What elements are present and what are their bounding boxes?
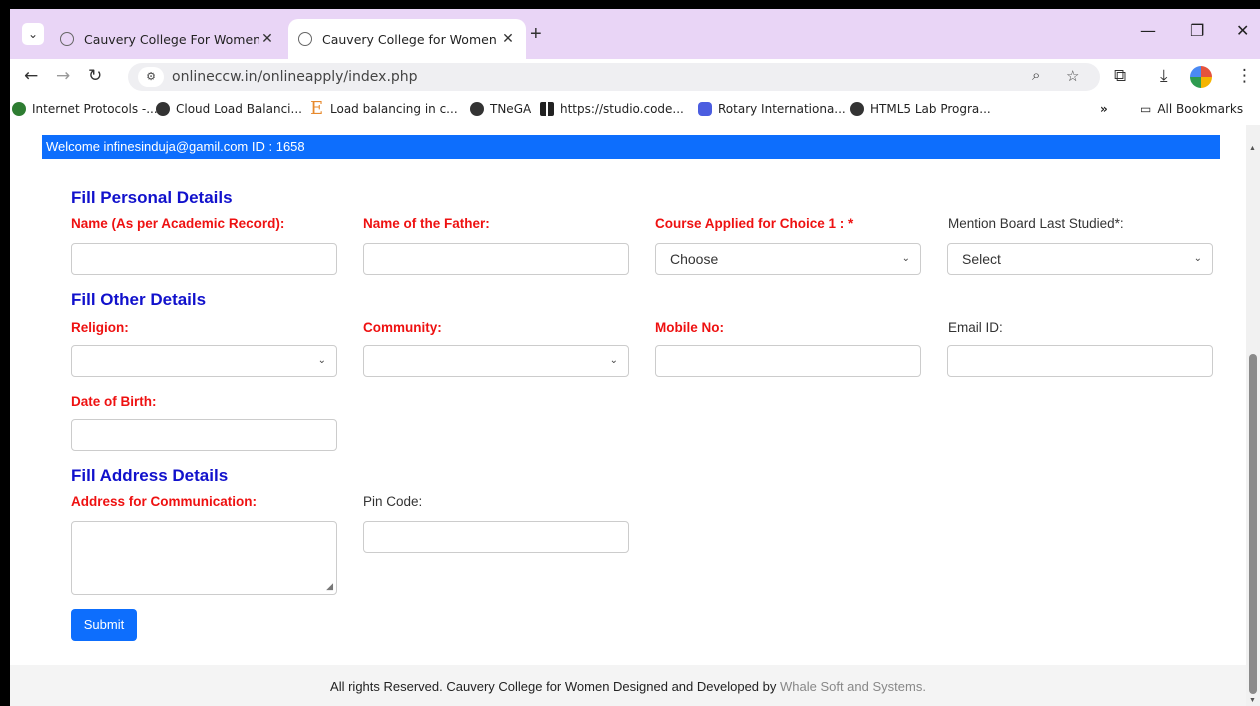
chevron-down-icon: ⌄	[317, 355, 326, 366]
site-info-icon[interactable]: ⚙	[138, 67, 164, 87]
email-label: Email ID:	[948, 320, 1003, 335]
application-form: Welcome infinesinduja@gamil.com ID : 165…	[30, 125, 1244, 661]
bookmark-label: https://studio.code...	[560, 102, 684, 116]
father-name-input[interactable]	[363, 243, 629, 275]
email-input[interactable]	[947, 345, 1213, 377]
footer-text: All rights Reserved. Cauvery College for…	[330, 679, 780, 694]
bookmark-item[interactable]: Internet Protocols -...	[12, 102, 158, 116]
address-label: Address for Communication:	[71, 494, 258, 509]
forward-icon[interactable]: →	[56, 66, 70, 86]
grid-logo-icon	[540, 102, 554, 116]
tab-bar: ⌄ Cauvery College For Women ✕ Cauvery Co…	[10, 9, 1260, 59]
globe-icon	[470, 102, 484, 116]
name-input[interactable]	[71, 243, 337, 275]
bookmark-item[interactable]: HTML5 Lab Progra...	[850, 102, 991, 116]
welcome-banner: Welcome infinesinduja@gamil.com ID : 165…	[42, 135, 1220, 159]
globe-icon	[156, 102, 170, 116]
bookmark-label: HTML5 Lab Progra...	[870, 102, 991, 116]
profile-avatar[interactable]	[1190, 66, 1212, 88]
address-bar[interactable]: ⚙ onlineccw.in/onlineapply/index.php ⌕ ☆	[128, 63, 1100, 91]
folder-icon: ▭	[1140, 102, 1152, 116]
bookmark-label: Internet Protocols -...	[32, 102, 158, 116]
dob-input[interactable]	[71, 419, 337, 451]
page-viewport: Welcome infinesinduja@gamil.com ID : 165…	[10, 125, 1260, 706]
dob-label: Date of Birth:	[71, 394, 157, 409]
chevron-down-icon: ⌄	[1193, 253, 1202, 264]
tab-search-icon[interactable]: ⌄	[22, 23, 44, 45]
extensions-icon[interactable]: ⧉	[1114, 66, 1126, 86]
bookmark-star-icon[interactable]: ☆	[1066, 67, 1079, 85]
globe-icon	[850, 102, 864, 116]
course-label: Course Applied for Choice 1 : *	[655, 216, 854, 231]
bookmark-item[interactable]: https://studio.code...	[540, 102, 684, 116]
religion-label: Religion:	[71, 320, 129, 335]
board-select-value: Select	[962, 251, 1001, 267]
reload-icon[interactable]: ↻	[88, 66, 102, 86]
bookmarks-bar: Internet Protocols -... Cloud Load Balan…	[10, 95, 1260, 125]
name-label: Name (As per Academic Record):	[71, 216, 285, 231]
globe-icon	[60, 32, 74, 46]
all-bookmarks-button[interactable]: ▭ All Bookmarks	[1140, 102, 1243, 116]
page-footer: All rights Reserved. Cauvery College for…	[10, 665, 1246, 706]
menu-icon[interactable]: ⋮	[1236, 66, 1253, 86]
course-select[interactable]: Choose ⌄	[655, 243, 921, 275]
download-icon[interactable]: ⤓	[1160, 66, 1168, 86]
all-bookmarks-label: All Bookmarks	[1157, 102, 1244, 116]
tab-title: Cauvery College For Women	[84, 31, 259, 47]
bookmark-item[interactable]: E Load balancing in c...	[310, 98, 458, 119]
window-close-icon[interactable]: ✕	[1236, 21, 1249, 40]
bookmark-label: Load balancing in c...	[330, 102, 458, 116]
bookmark-item[interactable]: TNeGA	[470, 102, 531, 116]
pincode-input[interactable]	[363, 521, 629, 553]
submit-button[interactable]: Submit	[71, 609, 137, 641]
more-bookmarks-icon[interactable]: »	[1100, 102, 1108, 116]
bookmark-favicon-icon	[12, 102, 26, 116]
mobile-label: Mobile No:	[655, 320, 724, 335]
section-title-address: Fill Address Details	[71, 466, 229, 485]
browser-toolbar: ← → ↻ ⚙ onlineccw.in/onlineapply/index.p…	[10, 59, 1260, 95]
tab-cauvery-college-active[interactable]: Cauvery College for Women - ( ✕	[288, 19, 526, 59]
scroll-down-icon[interactable]: ▼	[1249, 697, 1256, 704]
url-text[interactable]: onlineccw.in/onlineapply/index.php	[172, 69, 418, 85]
e-logo-icon: E	[310, 98, 324, 119]
browser-window: ⌄ Cauvery College For Women ✕ Cauvery Co…	[10, 9, 1260, 706]
resize-grip-icon[interactable]: ◢	[326, 581, 333, 592]
board-select[interactable]: Select ⌄	[947, 243, 1213, 275]
community-select[interactable]: ⌄	[363, 345, 629, 377]
chevron-down-icon: ⌄	[901, 253, 910, 264]
board-label: Mention Board Last Studied*:	[948, 216, 1124, 231]
tab-cauvery-college[interactable]: Cauvery College For Women ✕	[50, 19, 285, 59]
scroll-thumb[interactable]	[1249, 354, 1257, 694]
mobile-input[interactable]	[655, 345, 921, 377]
bookmark-item[interactable]: Rotary Internationa...	[698, 102, 846, 116]
course-select-value: Choose	[670, 251, 719, 267]
zoom-icon[interactable]: ⌕	[1032, 67, 1040, 84]
section-title-personal: Fill Personal Details	[71, 188, 233, 207]
developer-link[interactable]: Whale Soft and Systems.	[780, 679, 926, 694]
close-tab-icon[interactable]: ✕	[500, 31, 516, 47]
globe-icon	[298, 32, 312, 46]
religion-select[interactable]: ⌄	[71, 345, 337, 377]
address-textarea[interactable]: ◢	[71, 521, 337, 595]
bookmark-label: Cloud Load Balanci...	[176, 102, 302, 116]
pincode-label: Pin Code:	[363, 494, 423, 509]
minimize-icon[interactable]: —	[1140, 21, 1156, 40]
scroll-up-icon[interactable]: ▲	[1249, 145, 1256, 152]
community-label: Community:	[363, 320, 442, 335]
bookmark-label: TNeGA	[490, 102, 532, 116]
tab-title: Cauvery College for Women - (	[322, 31, 500, 47]
restore-icon[interactable]: ❐	[1190, 21, 1204, 40]
chevron-down-icon: ⌄	[609, 355, 618, 366]
bookmark-item[interactable]: Cloud Load Balanci...	[156, 102, 302, 116]
bookmark-label: Rotary Internationa...	[718, 102, 846, 116]
close-tab-icon[interactable]: ✕	[259, 31, 275, 47]
section-title-other: Fill Other Details	[71, 290, 207, 309]
father-name-label: Name of the Father:	[363, 216, 490, 231]
vertical-scrollbar[interactable]: ▲ ▼	[1246, 125, 1260, 706]
new-tab-icon[interactable]: +	[530, 24, 542, 44]
rotary-logo-icon	[698, 102, 712, 116]
back-icon[interactable]: ←	[24, 66, 38, 86]
